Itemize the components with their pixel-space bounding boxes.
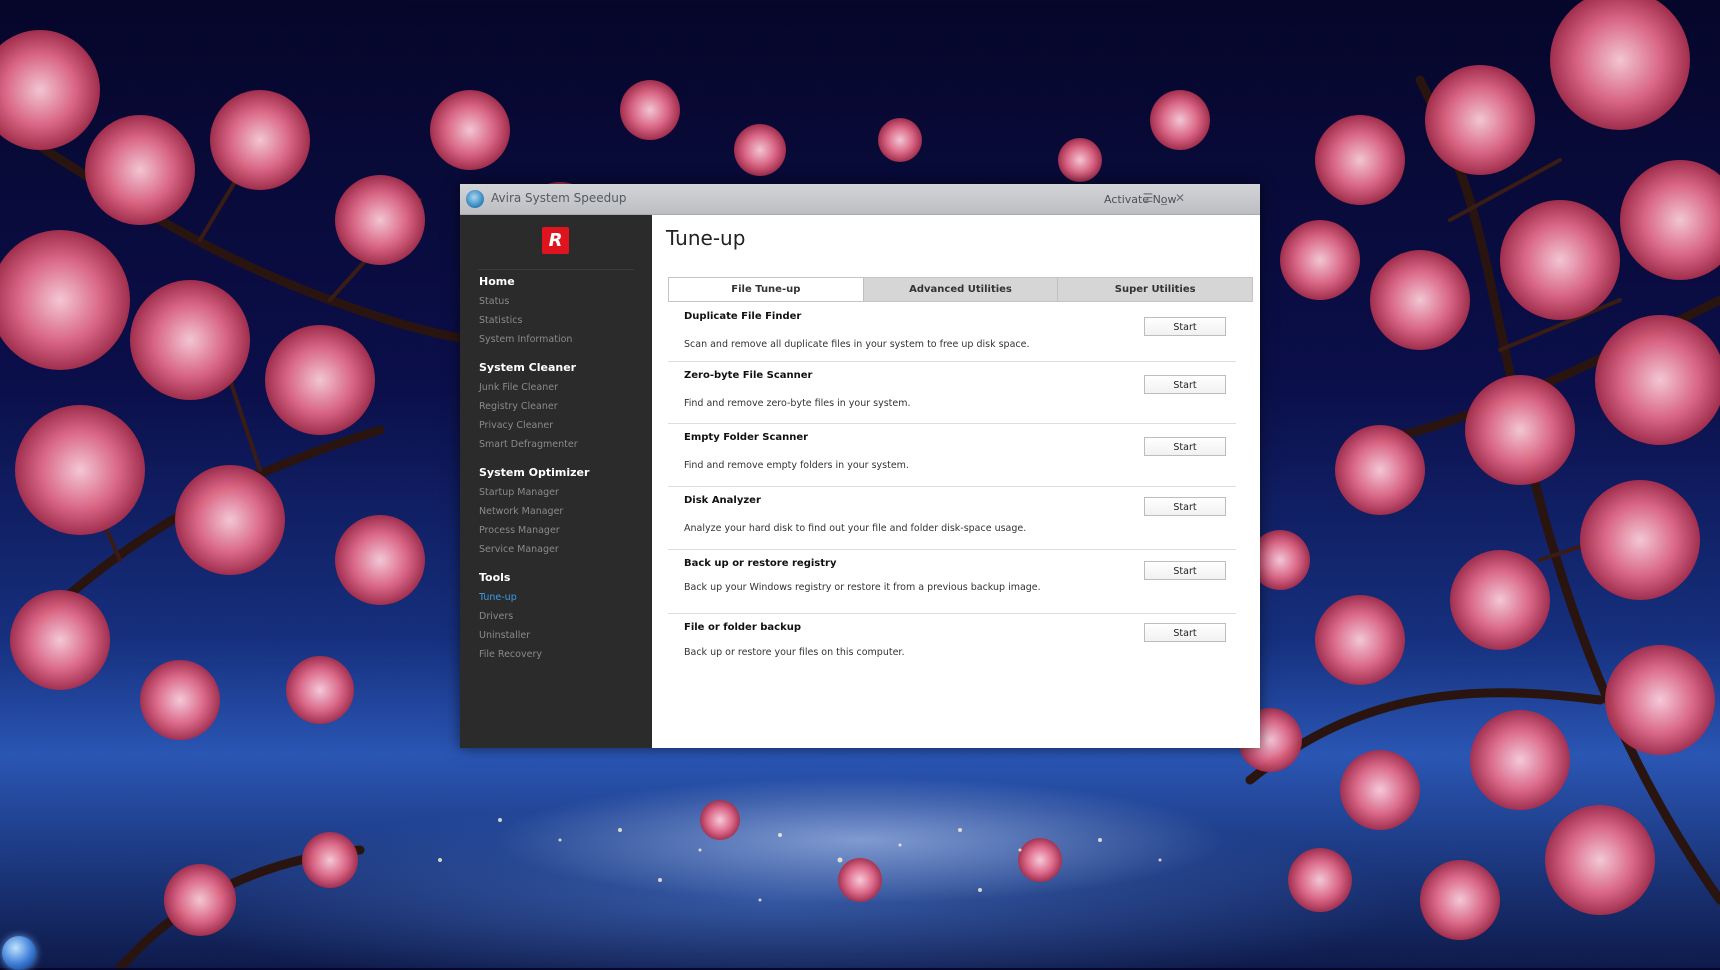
sidebar-item-drivers[interactable]: Drivers: [479, 607, 649, 626]
tool-title: Empty Folder Scanner: [684, 432, 809, 443]
sidebar-header-system-optimizer[interactable]: System Optimizer: [479, 466, 649, 479]
tool-description: Analyze your hard disk to find out your …: [684, 523, 1027, 534]
sidebar-item-tune-up[interactable]: Tune-up: [479, 588, 649, 607]
empty-folder-scanner-start-button[interactable]: Start: [1144, 437, 1226, 456]
sidebar-header-tools[interactable]: Tools: [479, 571, 649, 584]
sidebar-item-startup-manager[interactable]: Startup Manager: [479, 483, 649, 502]
sidebar-item-process-manager[interactable]: Process Manager: [479, 521, 649, 540]
sidebar-item-network-manager[interactable]: Network Manager: [479, 502, 649, 521]
list-item: File or folder backup Start Back up or r…: [668, 614, 1236, 674]
menu-icon[interactable]: ☰: [1140, 189, 1156, 207]
divider: [478, 269, 634, 270]
tool-title: Back up or restore registry: [684, 558, 837, 569]
tool-description: Back up or restore your files on this co…: [684, 647, 905, 658]
tab-bar: File Tune-up Advanced Utilities Super Ut…: [668, 277, 1253, 302]
tab-super-utilities[interactable]: Super Utilities: [1058, 278, 1252, 301]
tool-description: Scan and remove all duplicate files in y…: [684, 339, 1030, 350]
tool-title: File or folder backup: [684, 622, 801, 633]
sidebar-header-system-cleaner[interactable]: System Cleaner: [479, 361, 649, 374]
zero-byte-file-scanner-start-button[interactable]: Start: [1144, 375, 1226, 394]
duplicate-file-finder-start-button[interactable]: Start: [1144, 317, 1226, 336]
page-title: Tune-up: [666, 226, 746, 250]
sidebar-item-file-recovery[interactable]: File Recovery: [479, 645, 649, 664]
sidebar-item-statistics[interactable]: Statistics: [479, 311, 649, 330]
main-content: Tune-up File Tune-up Advanced Utilities …: [652, 215, 1260, 748]
sidebar-item-status[interactable]: Status: [479, 292, 649, 311]
sidebar: R Home Status Statistics System Informat…: [460, 215, 652, 748]
sidebar-nav: Home Status Statistics System Informatio…: [479, 275, 649, 664]
sidebar-item-junk-file-cleaner[interactable]: Junk File Cleaner: [479, 378, 649, 397]
tab-file-tune-up[interactable]: File Tune-up: [669, 278, 864, 301]
registry-backup-start-button[interactable]: Start: [1144, 561, 1226, 580]
title-bar: Avira System Speedup Activate Now ☰ _ ✕: [460, 184, 1260, 215]
window-title: Avira System Speedup: [491, 191, 627, 205]
start-orb-icon[interactable]: [2, 936, 36, 970]
list-item: Disk Analyzer Start Analyze your hard di…: [668, 487, 1236, 550]
sidebar-item-privacy-cleaner[interactable]: Privacy Cleaner: [479, 416, 649, 435]
tool-description: Back up your Windows registry or restore…: [684, 582, 1041, 593]
app-icon: [466, 190, 484, 208]
avira-logo-icon: R: [542, 227, 569, 254]
close-icon[interactable]: ✕: [1172, 189, 1188, 207]
sidebar-item-service-manager[interactable]: Service Manager: [479, 540, 649, 559]
file-folder-backup-start-button[interactable]: Start: [1144, 623, 1226, 642]
sidebar-item-uninstaller[interactable]: Uninstaller: [479, 626, 649, 645]
tool-title: Disk Analyzer: [684, 495, 761, 506]
app-window: Avira System Speedup Activate Now ☰ _ ✕ …: [460, 184, 1260, 748]
disk-analyzer-start-button[interactable]: Start: [1144, 497, 1226, 516]
list-item: Duplicate File Finder Start Scan and rem…: [668, 303, 1236, 362]
tool-list: Duplicate File Finder Start Scan and rem…: [668, 303, 1236, 674]
tool-description: Find and remove empty folders in your sy…: [684, 460, 909, 471]
minimize-icon[interactable]: _: [1156, 189, 1172, 207]
sidebar-item-registry-cleaner[interactable]: Registry Cleaner: [479, 397, 649, 416]
list-item: Empty Folder Scanner Start Find and remo…: [668, 424, 1236, 487]
sidebar-item-smart-defragmenter[interactable]: Smart Defragmenter: [479, 435, 649, 454]
tab-advanced-utilities[interactable]: Advanced Utilities: [864, 278, 1059, 301]
tool-description: Find and remove zero-byte files in your …: [684, 398, 911, 409]
sidebar-header-home[interactable]: Home: [479, 275, 649, 288]
list-item: Back up or restore registry Start Back u…: [668, 550, 1236, 614]
tool-title: Zero-byte File Scanner: [684, 370, 813, 381]
sidebar-item-system-information[interactable]: System Information: [479, 330, 649, 349]
tool-title: Duplicate File Finder: [684, 311, 802, 322]
list-item: Zero-byte File Scanner Start Find and re…: [668, 362, 1236, 424]
